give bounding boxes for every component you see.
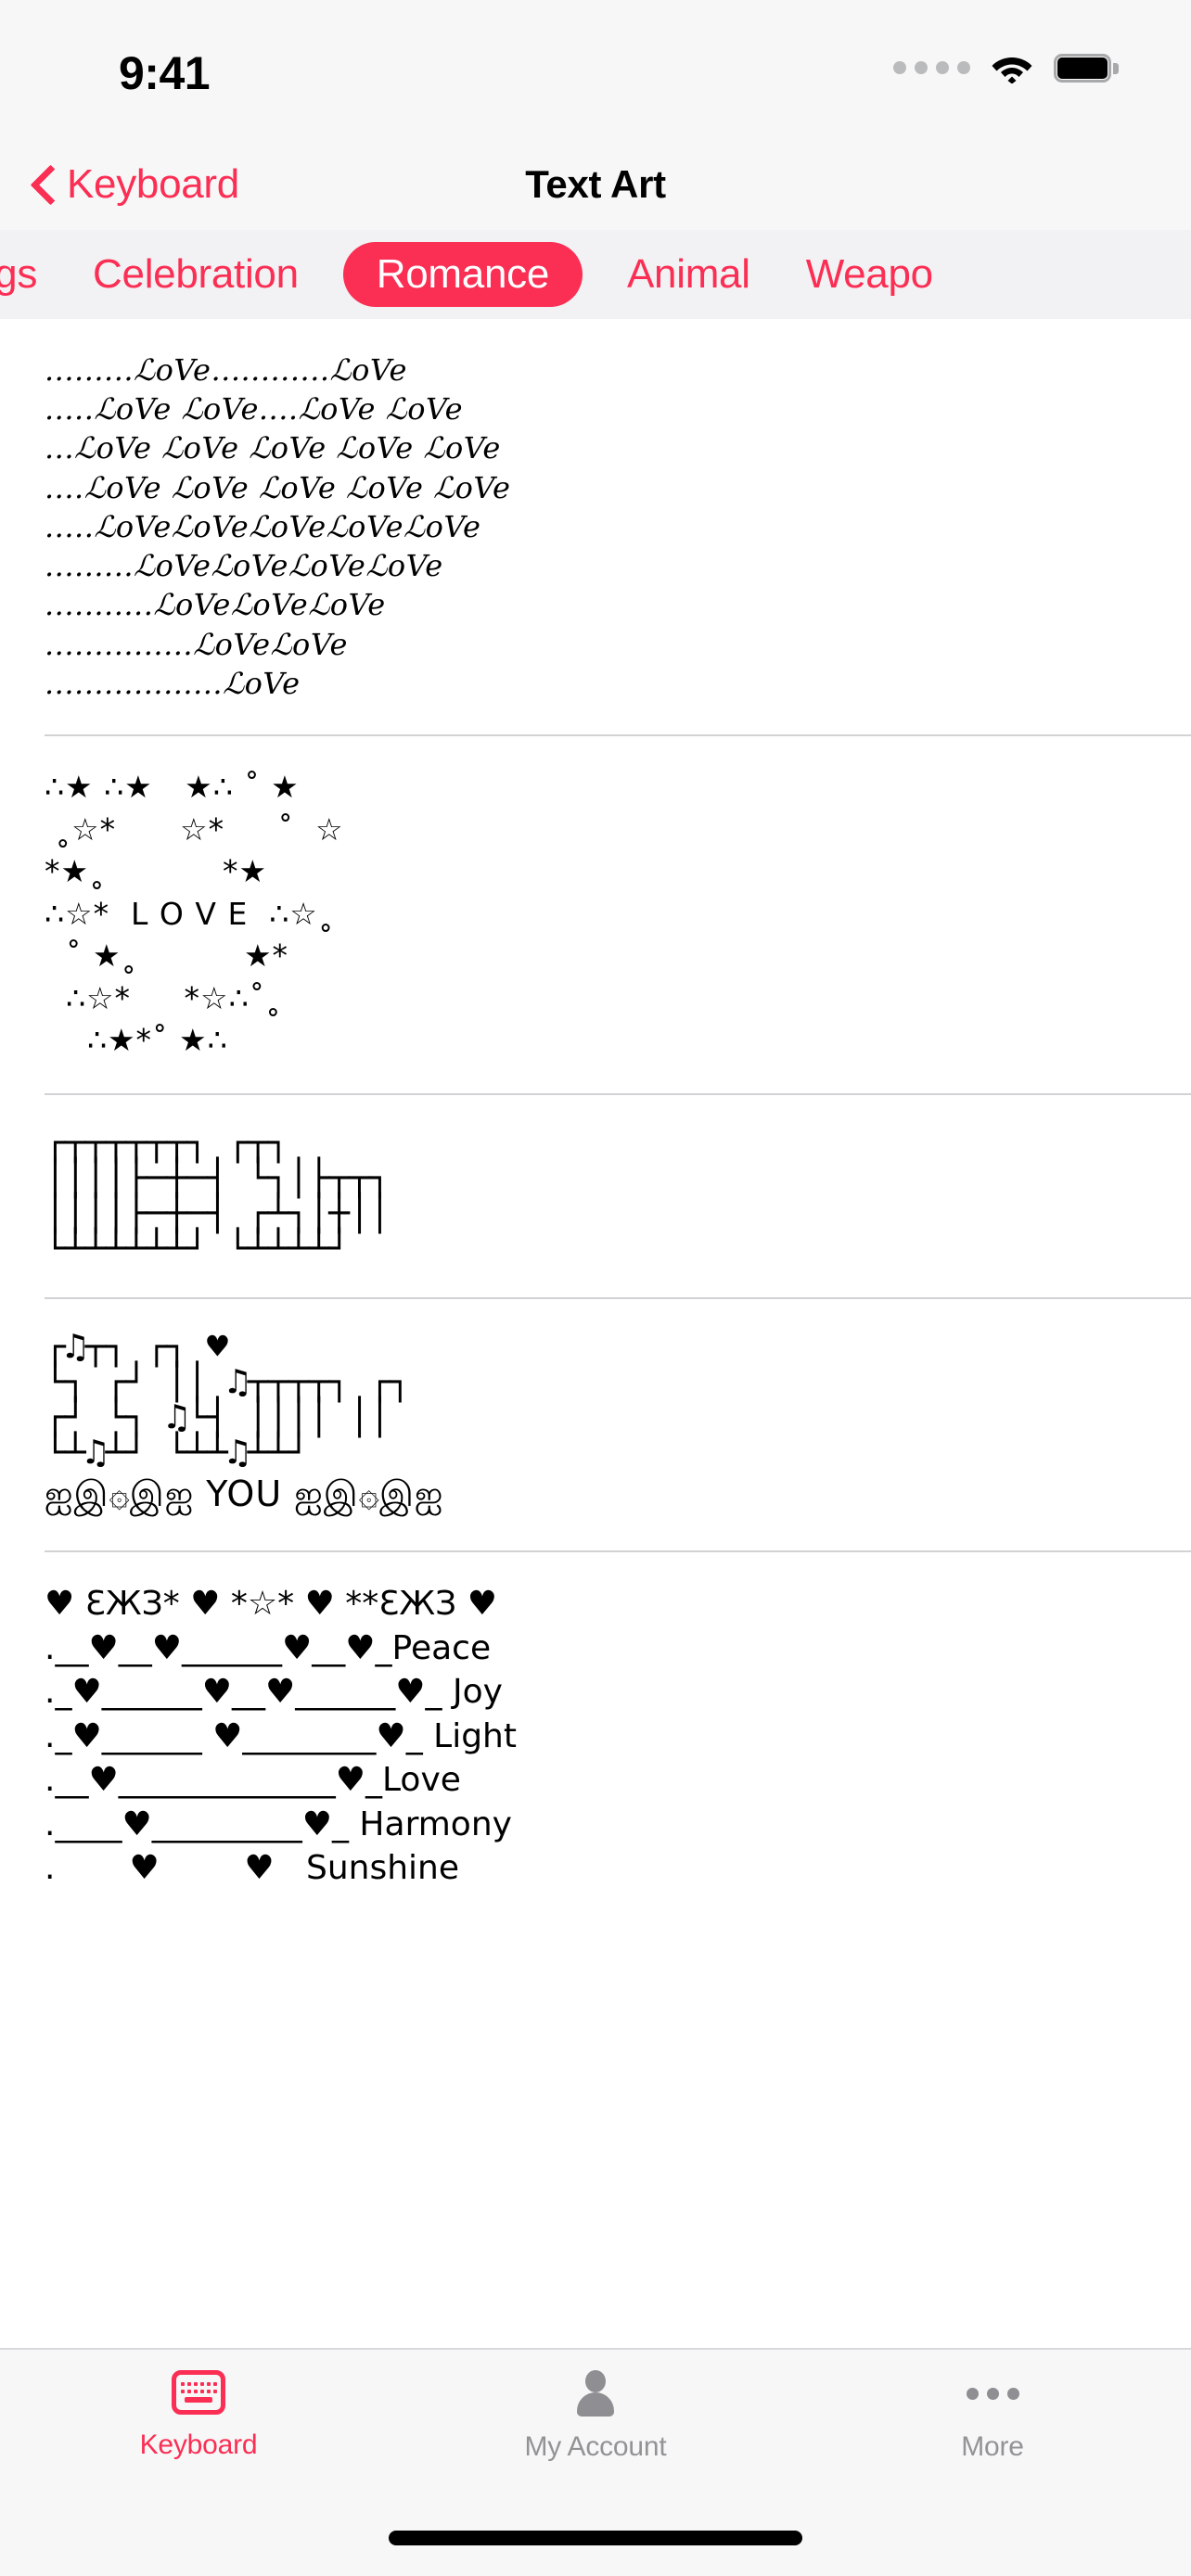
tab-my-account[interactable]: My Account [397,2350,794,2513]
category-tab-celebration[interactable]: Celebration [65,230,327,319]
page-title: Text Art [525,162,666,206]
text-art-miss-you-box-art: ┌┬┬┬┬┬┬┐ ┌┬┐ ││││├─┼─┤ └┐│├┬┬┐ ││││├─┼─┤… [45,1121,391,1269]
home-indicator-area [0,2513,1191,2576]
category-tab-strip[interactable]: ngs Celebration Romance Animal Weapo [0,230,1191,319]
app-screen: 9:41 Keyboard Text Art gs Celebration Ro… [0,0,1191,2576]
tab-bar: Keyboard My Account More [0,2348,1191,2513]
battery-full-icon [1054,53,1119,83]
person-icon [571,2370,620,2417]
text-art-ornament-you-line: ஐஇ۞இஐ YOU ஐஇ۞இஐ [45,1473,444,1514]
text-art-item[interactable]: ∴★ ∴★ ★∴ ˚ ★ ˳☆* ☆* ˚ ☆ *★˳ *★ ∴☆* L O V… [0,734,1191,1093]
text-art-item[interactable]: ┌♫┬┐ ┌┐ ♥ └┐ ┌┘ ││ ♫┬┬┬┬┐ ┌┐ ┌┘ └┐ ♫└┤ │… [0,1296,1191,1550]
text-art-star-heart-love: ∴★ ∴★ ★∴ ˚ ★ ˳☆* ☆* ˚ ☆ *★˳ *★ ∴☆* L O V… [45,769,344,1059]
tab-more[interactable]: More [794,2350,1191,2513]
text-art-item[interactable]: ┌┬┬┬┬┬┬┐ ┌┬┐ ││││├─┼─┤ └┐│├┬┬┐ ││││├─┼─┤… [0,1092,1191,1297]
tab-keyboard-label: Keyboard [139,2429,258,2460]
ellipsis-icon [966,2370,1019,2417]
status-bar-indicators [893,52,1119,84]
home-indicator[interactable] [389,2531,802,2545]
tab-more-label: More [961,2431,1024,2462]
text-art-i-love-you-music-art: ┌♫┬┐ ┌┐ ♥ └┐ ┌┘ ││ ♫┬┬┬┬┐ ┌┐ ┌┘ └┐ ♫└┤ │… [45,1325,411,1473]
text-art-item[interactable]: .........ℒoVe............ℒoVe .....ℒoVe … [0,319,1191,734]
text-art-love-word-heart: .........ℒoVe............ℒoVe .....ℒoVe … [45,352,511,701]
wifi-icon [991,52,1033,84]
category-tab-animal[interactable]: Animal [599,230,778,319]
category-tab-weapon[interactable]: Weapo [778,230,961,319]
navigation-bar: Keyboard Text Art [0,139,1191,230]
category-tab-romance[interactable]: Romance [342,242,583,307]
keyboard-icon [172,2370,225,2415]
tab-my-account-label: My Account [524,2431,667,2462]
text-art-hearts-peace-list: ♥ ƐЖЗ* ♥ *☆* ♥ **ƐЖЗ ♥ .__♥__♥______♥__♥… [45,1585,517,1888]
status-bar: 9:41 [0,0,1191,139]
tab-keyboard[interactable]: Keyboard [0,2350,397,2513]
text-art-item[interactable]: ♥ ƐЖЗ* ♥ *☆* ♥ **ƐЖЗ ♥ .__♥__♥______♥__♥… [0,1550,1191,1922]
status-bar-time: 9:41 [119,47,211,99]
category-tab-greetings[interactable]: ngs [0,230,65,319]
signal-dots-icon [893,61,970,74]
text-art-list[interactable]: .........ℒoVe............ℒoVe .....ℒoVe … [0,319,1191,2348]
